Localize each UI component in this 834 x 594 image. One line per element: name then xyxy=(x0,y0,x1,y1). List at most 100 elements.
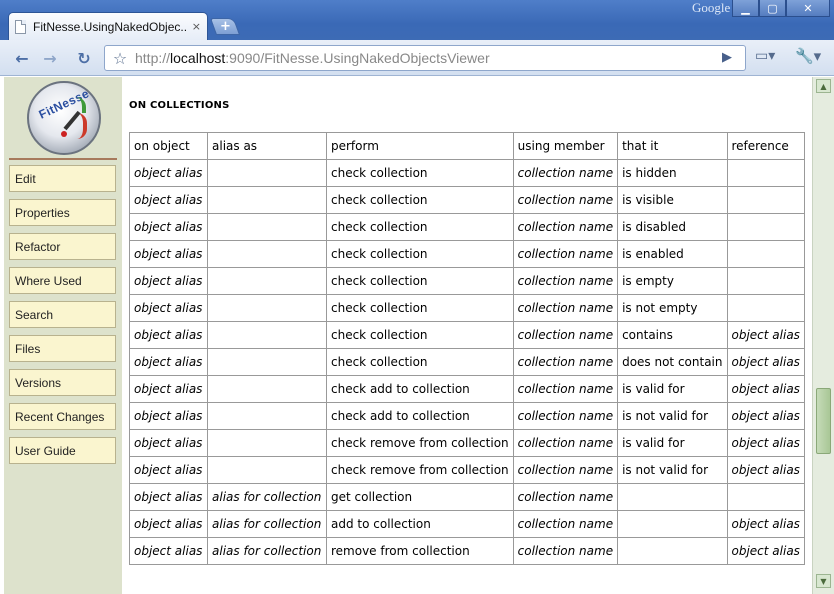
maximize-button[interactable]: ▢ xyxy=(759,0,786,17)
plus-icon: + xyxy=(219,19,231,34)
table-header-row: on object alias as perform using member that… xyxy=(129,132,805,160)
table-row: object alias check collection collection n… xyxy=(129,240,805,268)
tab-title: FitNesse.UsingNakedObjec... xyxy=(33,19,186,34)
table-cell: object alias xyxy=(129,267,208,295)
sidebar-button-search[interactable]: Search xyxy=(9,301,116,328)
browser-tab[interactable]: FitNesse.UsingNakedObjec... × xyxy=(8,12,208,40)
table-cell: object alias xyxy=(129,456,208,484)
table-row: object alias check remove from collection… xyxy=(129,456,805,484)
table-cell xyxy=(207,456,327,484)
sidebar-button-edit[interactable]: Edit xyxy=(9,165,116,192)
table-cell: alias for collection xyxy=(207,483,327,511)
back-button[interactable]: ← xyxy=(11,47,33,69)
table-cell: collection name xyxy=(512,483,619,511)
table-cell: get collection xyxy=(326,483,514,511)
table-cell xyxy=(726,267,805,295)
table-cell: object alias xyxy=(129,510,208,538)
column-header: reference xyxy=(726,132,805,160)
fitnesse-logo[interactable]: FitNesse xyxy=(27,81,101,155)
page-icon xyxy=(15,19,26,34)
table-cell: object alias xyxy=(129,321,208,349)
forward-button[interactable]: → xyxy=(39,47,61,69)
table-cell: is disabled xyxy=(617,213,728,241)
sidebar-button-files[interactable]: Files xyxy=(9,335,116,362)
table-cell: is not empty xyxy=(617,294,728,322)
table-cell xyxy=(617,510,728,538)
star-icon[interactable]: ☆ xyxy=(105,49,135,68)
table-cell: check collection xyxy=(326,267,514,295)
scrollbar-thumb[interactable] xyxy=(816,388,831,454)
table-row: object alias check collection collection n… xyxy=(129,267,805,295)
table-cell: check collection xyxy=(326,348,514,376)
close-window-button[interactable]: ✕ xyxy=(786,0,830,17)
table-cell: alias for collection xyxy=(207,537,327,565)
sidebar-button-recent-changes[interactable]: Recent Changes xyxy=(9,403,116,430)
table-cell: is not valid for xyxy=(617,456,728,484)
sidebar-button-where-used[interactable]: Where Used xyxy=(9,267,116,294)
address-bar[interactable]: ☆ http://localhost:9090/FitNesse.UsingNa… xyxy=(104,45,746,71)
table-row: object alias check collection collection n… xyxy=(129,294,805,322)
gauge-hub xyxy=(61,131,67,137)
table-cell: collection name xyxy=(512,456,619,484)
url-scheme: http:// xyxy=(135,50,171,66)
table-row: object alias check add to collection colle… xyxy=(129,375,805,403)
go-icon[interactable]: ▶ xyxy=(722,50,732,65)
table-cell: is not valid for xyxy=(617,402,728,430)
table-cell xyxy=(207,294,327,322)
tab-close-icon[interactable]: × xyxy=(192,20,201,33)
sidebar-button-properties[interactable]: Properties xyxy=(9,199,116,226)
sidebar-button-user-guide[interactable]: User Guide xyxy=(9,437,116,464)
table-cell: object alias xyxy=(129,375,208,403)
table-row: object alias alias for collection add to c… xyxy=(129,510,805,538)
table-cell xyxy=(726,483,805,511)
table-row: object alias check collection collection n… xyxy=(129,348,805,376)
table-cell xyxy=(207,213,327,241)
table-cell: object alias xyxy=(726,537,805,565)
table-cell: check add to collection xyxy=(326,375,514,403)
table-cell xyxy=(207,321,327,349)
back-arrow-icon: ← xyxy=(15,48,29,68)
window-controls: ▁ ▢ ✕ xyxy=(732,0,830,17)
scroll-up-arrow-icon[interactable]: ▲ xyxy=(816,79,831,93)
table-row: object alias check collection collection n… xyxy=(129,213,805,241)
table-cell: object alias xyxy=(726,429,805,457)
title-bar: FitNesse.UsingNakedObjec... × + Google ▁… xyxy=(0,0,834,40)
wrench-icon[interactable]: 🔧▾ xyxy=(795,47,821,65)
table-cell xyxy=(726,159,805,187)
table-cell xyxy=(207,402,327,430)
sidebar-button-refactor[interactable]: Refactor xyxy=(9,233,116,260)
vertical-scrollbar[interactable]: ▲ ▼ xyxy=(812,77,834,594)
scroll-down-arrow-icon[interactable]: ▼ xyxy=(816,574,831,588)
table-row: object alias alias for collection get coll… xyxy=(129,483,805,511)
column-header: that it xyxy=(617,132,728,160)
table-row: object alias check add to collection colle… xyxy=(129,402,805,430)
minimize-button[interactable]: ▁ xyxy=(732,0,759,17)
sidebar-button-versions[interactable]: Versions xyxy=(9,369,116,396)
table-cell xyxy=(726,186,805,214)
page-heading: ON COLLECTIONS xyxy=(129,100,230,111)
table-cell: is visible xyxy=(617,186,728,214)
reload-button[interactable]: ↻ xyxy=(73,47,95,69)
sidebar-divider xyxy=(9,158,117,160)
collections-table: on object alias as perform using member that… xyxy=(129,132,805,565)
main-content: ON COLLECTIONS on object alias as perform u… xyxy=(122,77,812,594)
table-cell: is enabled xyxy=(617,240,728,268)
table-cell: object alias xyxy=(129,240,208,268)
table-cell: object alias xyxy=(129,429,208,457)
table-cell: object alias xyxy=(726,456,805,484)
table-cell: object alias xyxy=(129,159,208,187)
table-cell: collection name xyxy=(512,159,619,187)
table-cell xyxy=(207,267,327,295)
table-cell xyxy=(207,429,327,457)
table-cell: object alias xyxy=(129,537,208,565)
table-row: object alias check collection collection n… xyxy=(129,159,805,187)
url-host: localhost xyxy=(170,50,226,66)
page-menu-icon[interactable]: ▭▾ xyxy=(755,48,775,64)
table-cell: collection name xyxy=(512,213,619,241)
new-tab-button[interactable]: + xyxy=(209,18,241,35)
table-cell xyxy=(726,240,805,268)
table-cell xyxy=(726,294,805,322)
table-cell xyxy=(207,159,327,187)
table-cell xyxy=(207,348,327,376)
table-row: object alias check remove from collection… xyxy=(129,429,805,457)
